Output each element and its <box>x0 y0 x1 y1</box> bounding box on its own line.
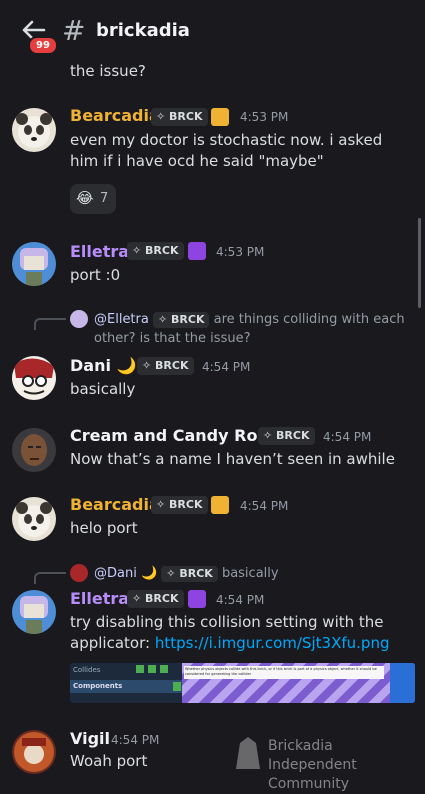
guild-tag[interactable]: ✧ BRCK <box>137 357 194 375</box>
channel-name[interactable]: brickadia <box>96 20 190 41</box>
guild-tag-label: BRCK <box>169 110 203 123</box>
avatar[interactable] <box>12 428 56 472</box>
guild-tag-label: BRCK <box>179 567 213 580</box>
reply-text: basically <box>221 566 279 581</box>
laughing-emoji-icon: 😂 <box>76 189 94 207</box>
reply-avatar <box>70 310 88 328</box>
image-link[interactable]: https://i.imgur.com/Sjt3Xfu.png <box>155 634 390 652</box>
guild-tag[interactable]: ✧ BRCK <box>151 496 208 514</box>
timestamp: 4:54 PM <box>202 360 251 374</box>
tooltip: Whether physics objects collide with thi… <box>184 666 384 679</box>
username-label: Dani <box>70 356 111 375</box>
watermark-logo <box>228 733 268 773</box>
avatar[interactable] <box>12 590 56 634</box>
timestamp: 4:53 PM <box>216 245 265 259</box>
cube-icon <box>188 242 206 260</box>
reply-mention: @Dani <box>94 566 137 581</box>
channel-header: 99 # brickadia <box>0 0 425 60</box>
timestamp: 4:54 PM <box>216 593 265 607</box>
guild-tag[interactable]: ✧ BRCK <box>258 427 315 445</box>
watermark-line1: Brickadia Independent <box>268 738 357 773</box>
reaction[interactable]: 😂 7 <box>70 184 116 214</box>
username[interactable]: Elletra <box>70 589 129 608</box>
guild-tag[interactable]: ✧ BRCK <box>127 242 184 260</box>
username[interactable]: Bearcadia <box>70 495 160 514</box>
settings-panel: Collides Components <box>70 663 182 703</box>
timestamp: 4:53 PM <box>240 110 289 124</box>
message-text: Now that’s a name I haven’t seen in awhi… <box>70 450 395 468</box>
reply-connector <box>34 318 66 330</box>
cube-icon <box>188 590 206 608</box>
reply-mention: @Elletra <box>94 312 149 327</box>
channel-hash-icon: # <box>62 14 86 47</box>
image-embed[interactable]: Collides Components Whether physics obje… <box>70 663 415 703</box>
guild-tag-label: BRCK <box>171 313 205 326</box>
guild-tag-label: BRCK <box>145 592 179 605</box>
components-label: Components <box>73 682 123 690</box>
cube-icon <box>211 496 229 514</box>
add-icon <box>173 682 181 691</box>
guild-tag[interactable]: ✧ BRCK <box>151 108 208 126</box>
guild-tag-label: BRCK <box>276 429 310 442</box>
avatar[interactable] <box>12 108 56 152</box>
reaction-count: 7 <box>100 191 109 206</box>
crescent-moon-icon: 🌙 <box>140 566 158 581</box>
watermark-text: Brickadia Independent Community <box>268 737 425 794</box>
preview-edge <box>390 663 415 703</box>
timestamp: 4:54 PM <box>323 430 372 444</box>
username[interactable]: Dani 🌙 <box>70 356 136 375</box>
guild-tag: ✧ BRCK <box>161 566 218 582</box>
message-text: basically <box>70 380 136 398</box>
reply-connector <box>34 572 66 584</box>
unread-badge: 99 <box>28 36 58 55</box>
cube-icon <box>211 108 229 126</box>
toggle-icon <box>136 665 144 673</box>
username[interactable]: Vigil <box>70 729 110 748</box>
guild-tag-label: BRCK <box>169 498 203 511</box>
timestamp: 4:54 PM <box>111 733 160 747</box>
username[interactable]: Cream and Candy Rocks <box>70 426 287 445</box>
toggle-icon <box>160 665 168 673</box>
toggle-icon <box>148 665 156 673</box>
avatar[interactable] <box>12 730 56 774</box>
message-text: try disabling this collision setting wit… <box>70 612 400 654</box>
collides-label: Collides <box>73 666 101 674</box>
guild-tag-label: BRCK <box>145 244 179 257</box>
message-text: even my doctor is stochastic now. i aske… <box>70 131 383 170</box>
message-text: port :0 <box>70 266 121 284</box>
watermark-line2: Community <box>268 776 350 792</box>
reply-preview[interactable]: @Elletra ✧ BRCK are things colliding wit… <box>94 310 406 348</box>
guild-tag: ✧ BRCK <box>152 312 210 328</box>
reply-avatar <box>70 564 88 582</box>
guild-tag-label: BRCK <box>155 359 189 372</box>
username[interactable]: Elletra <box>70 242 129 261</box>
avatar[interactable] <box>12 242 56 286</box>
username[interactable]: Bearcadia <box>70 106 160 125</box>
timestamp: 4:54 PM <box>240 499 289 513</box>
crescent-moon-icon: 🌙 <box>116 356 137 375</box>
avatar[interactable] <box>12 356 56 400</box>
reply-preview[interactable]: @Dani 🌙 ✧ BRCK basically <box>94 564 406 583</box>
message-text: Woah port <box>70 752 148 770</box>
scrollbar[interactable] <box>418 218 421 308</box>
guild-tag[interactable]: ✧ BRCK <box>127 590 184 608</box>
avatar[interactable] <box>12 497 56 541</box>
message-text: helo port <box>70 519 138 537</box>
previous-message-text: the issue? <box>70 62 146 80</box>
